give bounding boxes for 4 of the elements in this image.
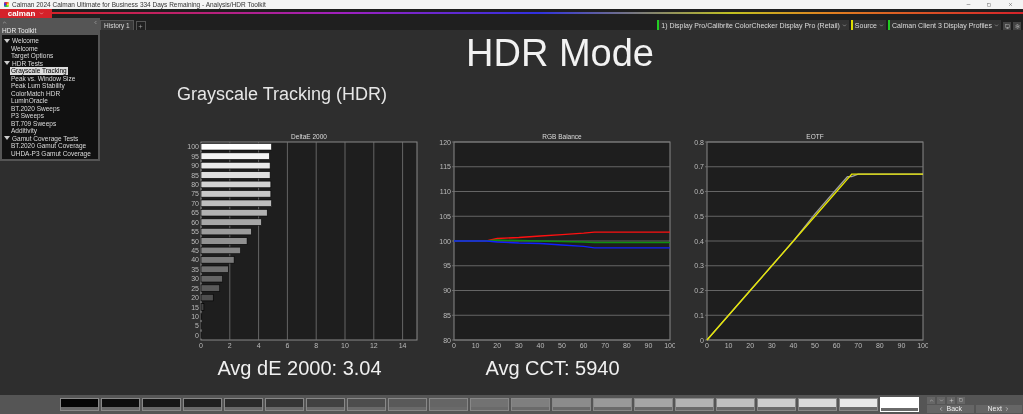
section-heading: Grayscale Tracking (HDR) [177, 83, 389, 105]
summary-value: Avg dE 2000: 3.04 [217, 356, 382, 380]
summary-value: Avg CCT: 5940 [485, 356, 620, 380]
page-heading: HDR Mode [465, 31, 655, 76]
